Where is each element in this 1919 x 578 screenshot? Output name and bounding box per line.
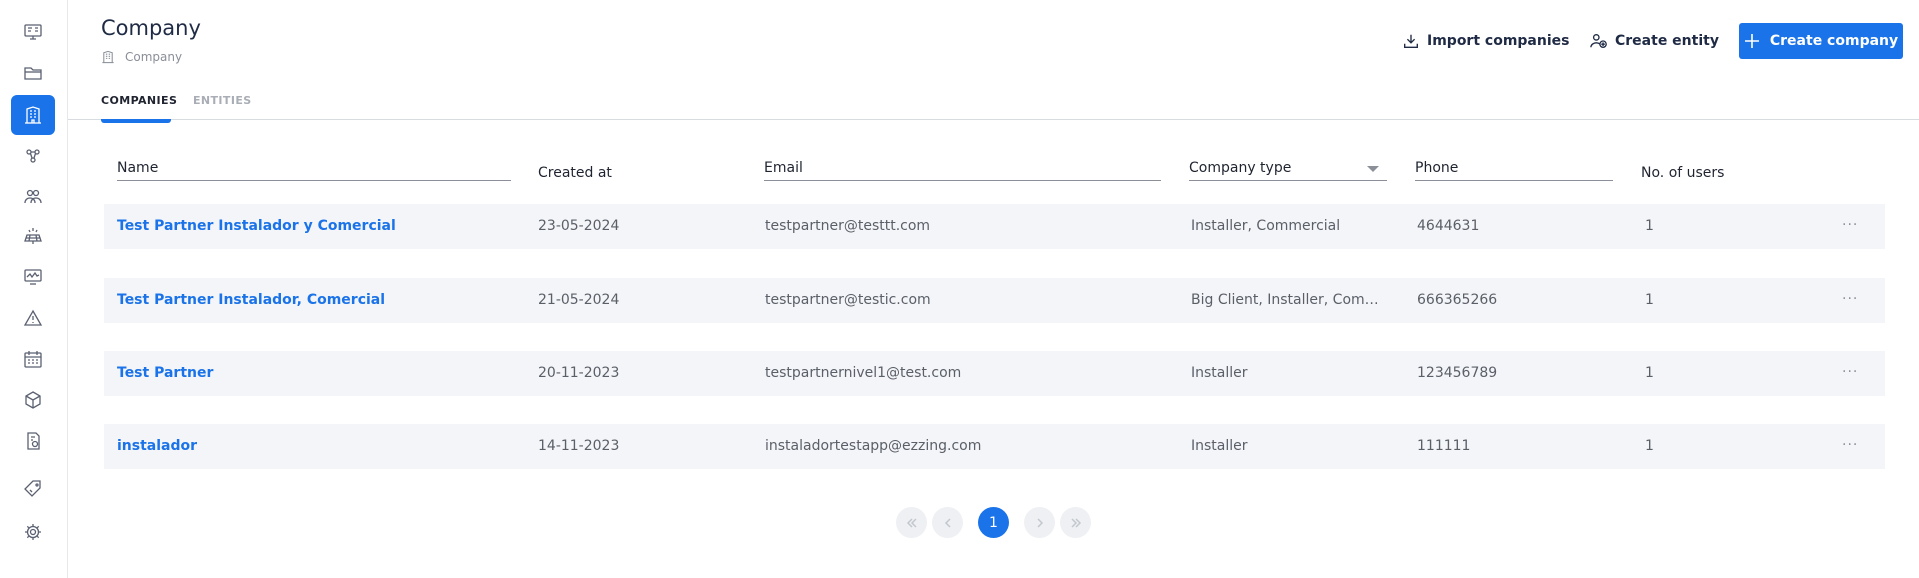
download-icon — [1404, 34, 1418, 48]
network-icon[interactable] — [11, 136, 55, 176]
column-company-type-select[interactable]: Company type — [1189, 160, 1387, 181]
email-cell: testpartnernivel1@test.com — [765, 365, 962, 381]
building-icon[interactable] — [11, 95, 55, 135]
company-type-cell: Installer — [1191, 438, 1248, 454]
folder-icon[interactable] — [11, 53, 55, 93]
more-options-icon[interactable]: ··· — [1842, 437, 1858, 453]
box-icon[interactable] — [11, 380, 55, 420]
breadcrumb: Company — [101, 50, 182, 64]
created-at-cell: 23-05-2024 — [538, 218, 620, 234]
column-created-at: Created at — [538, 165, 612, 181]
sidebar — [0, 0, 68, 578]
column-phone-filter[interactable]: Phone — [1415, 160, 1613, 181]
column-name-filter[interactable]: Name — [117, 160, 511, 181]
active-tab-indicator — [101, 119, 171, 123]
more-options-icon[interactable]: ··· — [1842, 217, 1858, 233]
column-company-type-label: Company type — [1189, 160, 1292, 176]
users-add-icon — [1590, 34, 1607, 48]
phone-cell: 666365266 — [1417, 292, 1498, 308]
next-page-icon[interactable] — [1024, 507, 1055, 538]
phone-cell: 123456789 — [1417, 365, 1498, 381]
previous-page-icon[interactable] — [932, 507, 963, 538]
plus-icon — [1744, 34, 1759, 48]
email-cell: instaladortestapp@ezzing.com — [765, 438, 982, 454]
users-icon[interactable] — [11, 176, 55, 216]
more-options-icon[interactable]: ··· — [1842, 291, 1858, 307]
email-cell: testpartner@testtt.com — [765, 218, 931, 234]
phone-cell: 4644631 — [1417, 218, 1480, 234]
create-entity-label: Create entity — [1615, 33, 1719, 49]
warning-icon[interactable] — [11, 298, 55, 338]
column-email-filter[interactable]: Email — [764, 160, 1161, 181]
tab-entities[interactable]: ENTITIES — [193, 94, 252, 107]
company-type-cell: Big Client, Installer, Commer... — [1191, 292, 1386, 308]
settings-icon[interactable] — [11, 512, 55, 552]
create-company-button[interactable]: Create company — [1739, 23, 1903, 59]
import-companies-button[interactable]: Import companies — [1402, 27, 1569, 55]
page-title: Company — [101, 16, 201, 40]
create-entity-button[interactable]: Create entity — [1590, 27, 1719, 55]
table-row[interactable]: Test Partner Instalador y Comercial 23-0… — [104, 204, 1885, 249]
company-type-cell: Installer — [1191, 365, 1248, 381]
table-row[interactable]: Test Partner Instalador, Comercial 21-05… — [104, 278, 1885, 323]
phone-cell: 111111 — [1417, 438, 1471, 454]
company-name-link[interactable]: Test Partner Instalador, Comercial — [117, 292, 517, 308]
company-name-link[interactable]: Test Partner Instalador y Comercial — [117, 218, 517, 234]
column-email-label: Email — [764, 160, 803, 176]
last-page-icon[interactable] — [1060, 507, 1091, 538]
chevron-down-icon — [1367, 166, 1379, 172]
dashboard-icon[interactable] — [11, 12, 55, 52]
breadcrumb-label: Company — [125, 50, 183, 64]
company-type-cell: Installer, Commercial — [1191, 218, 1341, 234]
calendar-icon[interactable] — [11, 339, 55, 379]
import-companies-label: Import companies — [1427, 33, 1570, 49]
monitor-chart-icon[interactable] — [11, 257, 55, 297]
building-icon — [102, 50, 114, 64]
users-count-cell: 1 — [1645, 365, 1654, 381]
users-count-cell: 1 — [1645, 292, 1654, 308]
table-row[interactable]: Test Partner 20-11-2023 testpartnernivel… — [104, 351, 1885, 396]
company-name-link[interactable]: instalador — [117, 438, 517, 454]
tabs-divider — [68, 119, 1919, 120]
company-name-link[interactable]: Test Partner — [117, 365, 517, 381]
create-company-label: Create company — [1769, 33, 1899, 49]
email-cell: testpartner@testic.com — [765, 292, 931, 308]
table-row[interactable]: instalador 14-11-2023 instaladortestapp@… — [104, 424, 1885, 469]
pagination: 1 — [896, 507, 1096, 539]
created-at-cell: 14-11-2023 — [538, 438, 620, 454]
column-users: No. of users — [1641, 165, 1725, 181]
users-count-cell: 1 — [1645, 438, 1654, 454]
tag-icon[interactable] — [11, 469, 55, 509]
users-count-cell: 1 — [1645, 218, 1654, 234]
solar-panel-icon[interactable] — [11, 216, 55, 256]
created-at-cell: 21-05-2024 — [538, 292, 620, 308]
invoice-icon[interactable] — [11, 421, 55, 461]
more-options-icon[interactable]: ··· — [1842, 364, 1858, 380]
tab-companies[interactable]: COMPANIES — [101, 94, 177, 107]
column-name-label: Name — [117, 160, 159, 176]
page-button-current[interactable]: 1 — [978, 507, 1009, 538]
first-page-icon[interactable] — [896, 507, 927, 538]
created-at-cell: 20-11-2023 — [538, 365, 620, 381]
column-phone-label: Phone — [1415, 160, 1459, 176]
